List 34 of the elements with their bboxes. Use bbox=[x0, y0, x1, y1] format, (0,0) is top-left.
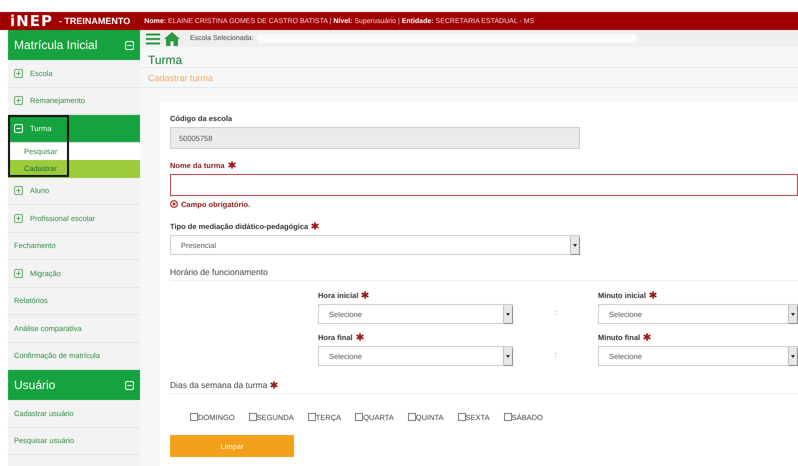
caret-icon bbox=[791, 312, 795, 316]
checkbox[interactable] bbox=[190, 413, 198, 421]
menu-icon[interactable] bbox=[146, 32, 160, 44]
section-header[interactable]: Matrícula Inicial bbox=[8, 30, 140, 60]
section-title: Usuário bbox=[14, 378, 56, 392]
home-icon[interactable] bbox=[164, 32, 180, 46]
class-name-field[interactable] bbox=[170, 174, 798, 196]
environment-label: - TREINAMENTO bbox=[58, 16, 130, 26]
page-title: Turma bbox=[148, 53, 182, 67]
expand-icon[interactable] bbox=[14, 186, 23, 196]
checkbox[interactable] bbox=[248, 413, 257, 421]
caret-icon bbox=[506, 354, 510, 358]
collapse-icon[interactable] bbox=[14, 124, 23, 133]
caret-icon bbox=[573, 244, 577, 246]
checkbox[interactable] bbox=[355, 413, 364, 421]
checkbox[interactable] bbox=[504, 413, 512, 421]
section-header[interactable]: Usuário bbox=[8, 370, 140, 400]
page-subtitle: Cadastrar turma bbox=[148, 72, 214, 82]
section-heading: Horário de funcionamento bbox=[170, 267, 268, 277]
checkbox[interactable] bbox=[458, 413, 466, 421]
checkbox[interactable] bbox=[408, 413, 416, 421]
caret-icon bbox=[791, 354, 795, 358]
collapse-icon[interactable] bbox=[125, 380, 134, 390]
section-title: Matrícula Inicial bbox=[14, 38, 98, 52]
section-heading: Dias da semana da turma bbox=[170, 380, 268, 390]
error-icon bbox=[170, 200, 178, 208]
expand-icon[interactable] bbox=[14, 96, 23, 106]
expand-icon[interactable] bbox=[14, 214, 23, 223]
expand-icon[interactable] bbox=[14, 68, 23, 78]
collapse-icon[interactable] bbox=[125, 40, 134, 50]
caret-icon bbox=[506, 312, 510, 316]
checkbox[interactable] bbox=[308, 413, 316, 421]
logo: iNEP bbox=[10, 12, 53, 30]
expand-icon[interactable] bbox=[14, 268, 23, 278]
